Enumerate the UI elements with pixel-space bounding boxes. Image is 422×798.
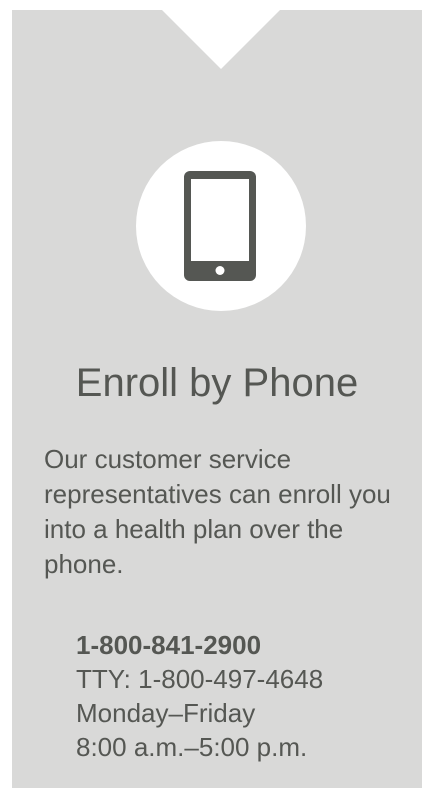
smartphone-icon: [184, 171, 256, 281]
enroll-by-phone-card: Enroll by Phone Our customer service rep…: [12, 10, 422, 788]
pointer-notch: [162, 10, 280, 69]
tty-number[interactable]: TTY: 1-800-497-4648: [76, 662, 416, 696]
business-days: Monday–Friday: [76, 698, 256, 728]
card-title: Enroll by Phone: [75, 361, 359, 405]
phone-number[interactable]: 1-800-841-2900: [76, 628, 416, 662]
card-description: Our customer service representatives can…: [44, 444, 391, 579]
business-hours: 8:00 a.m.–5:00 p.m.: [76, 732, 308, 762]
contact-info: 1-800-841-2900 TTY: 1-800-497-4648 Monda…: [76, 628, 416, 764]
icon-circle: [136, 141, 306, 311]
